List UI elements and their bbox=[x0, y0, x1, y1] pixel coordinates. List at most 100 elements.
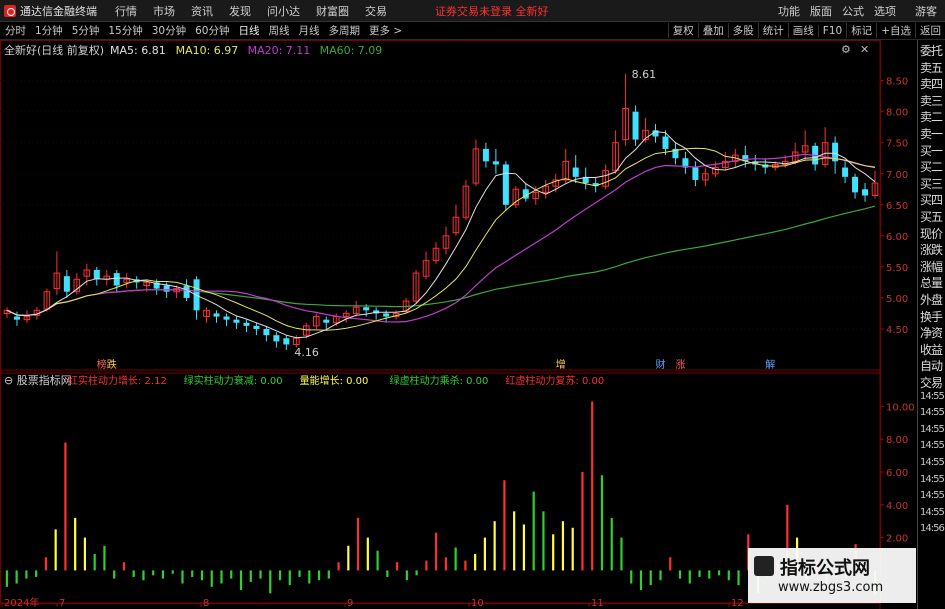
event-label: 涨 bbox=[675, 359, 685, 371]
menu-bar: 通达信金融终端 行情 市场 资讯 发现 问小达 财富圈 交易 证券交易未登录 全… bbox=[0, 0, 945, 22]
candle-body bbox=[93, 269, 100, 280]
guest-user[interactable]: 游客 bbox=[915, 3, 937, 19]
sidebar-item[interactable]: 买一 bbox=[920, 142, 945, 159]
indicator-legend-item: 量能增长: 0.00 bbox=[300, 374, 369, 387]
menu-options[interactable]: 选项 bbox=[874, 3, 896, 19]
sidebar-item[interactable]: 卖三 bbox=[920, 92, 945, 109]
y-tick-label: 5.50 bbox=[886, 263, 908, 274]
sidebar-item[interactable]: 委托 bbox=[920, 42, 945, 59]
chart-area[interactable]: 8.50 8.00 7.50 7.00 6.50 6.00 5.50 5.00 4.50 10.0… bbox=[0, 40, 917, 609]
login-warning[interactable]: 证券交易未登录 全新好 bbox=[435, 3, 549, 19]
tab-weekly[interactable]: 周线 bbox=[269, 23, 290, 38]
candle-body bbox=[263, 328, 270, 336]
tab-multi-period[interactable]: 多周期 bbox=[329, 23, 361, 38]
sidebar-item[interactable]: 换手 bbox=[920, 308, 945, 325]
sidebar-item[interactable]: 现价 bbox=[920, 225, 945, 242]
menu-trade[interactable]: 交易 bbox=[365, 3, 387, 19]
tab-intraday[interactable]: 分时 bbox=[5, 23, 26, 38]
candle-body bbox=[852, 176, 859, 193]
tab-15min[interactable]: 15分钟 bbox=[108, 23, 142, 38]
candle-body bbox=[213, 313, 220, 317]
y-tick-label: 6.50 bbox=[886, 201, 908, 212]
add-watchlist-button[interactable]: +自选 bbox=[876, 23, 915, 38]
event-label: 增 bbox=[556, 358, 566, 371]
settings-icon: ⚙ bbox=[841, 43, 851, 56]
sidebar-item[interactable]: 买四 bbox=[920, 191, 945, 208]
tab-5min[interactable]: 5分钟 bbox=[72, 23, 100, 38]
sidebar-item[interactable]: 涨跌 bbox=[920, 241, 945, 258]
y-tick-label: 4.50 bbox=[886, 325, 908, 336]
draw-line-button[interactable]: 画线 bbox=[787, 23, 818, 38]
adjust-button[interactable]: 复权 bbox=[667, 23, 698, 38]
menu-ask-xiaoda[interactable]: 问小达 bbox=[267, 3, 300, 19]
period-toolbar: 分时 1分钟 5分钟 15分钟 30分钟 60分钟 日线 周线 月线 多周期 更… bbox=[0, 22, 945, 40]
sidebar-item[interactable]: 总量 bbox=[920, 274, 945, 291]
multi-stock-button[interactable]: 多股 bbox=[727, 23, 758, 38]
sidebar-item[interactable]: 涨幅 bbox=[920, 258, 945, 275]
tab-daily[interactable]: 日线 bbox=[239, 23, 260, 38]
sidebar-item: 14:55 bbox=[920, 423, 945, 435]
x-tick-label: 12 bbox=[731, 598, 744, 609]
indicator-y-tick-label: 2.00 bbox=[886, 534, 908, 545]
mark-button[interactable]: 标记 bbox=[846, 23, 876, 38]
sidebar-item[interactable]: 买五 bbox=[920, 208, 945, 225]
y-tick-label: 6.00 bbox=[886, 232, 908, 243]
event-label: 榜 bbox=[97, 358, 107, 371]
candle-body bbox=[662, 136, 669, 149]
candle-body bbox=[183, 285, 190, 298]
candle-body bbox=[283, 338, 290, 345]
back-button[interactable]: 返回 bbox=[915, 23, 945, 38]
indicator-y-tick-label: 10.00 bbox=[886, 402, 915, 413]
high-price-label: 8.61 bbox=[632, 68, 657, 81]
y-tick-label: 5.00 bbox=[886, 294, 908, 305]
sidebar-item[interactable]: 买二 bbox=[920, 158, 945, 175]
candle-body bbox=[492, 161, 499, 165]
event-label: 财 bbox=[656, 358, 666, 371]
menu-wealth-circle[interactable]: 财富圈 bbox=[316, 3, 349, 19]
sidebar-item: 14:56 bbox=[920, 523, 945, 535]
sidebar-item[interactable]: 卖一 bbox=[920, 125, 945, 142]
sidebar-item[interactable]: 交易 bbox=[920, 374, 945, 391]
toolbar-right-buttons: 复权 叠加 多股 统计 画线 F10 标记 +自选 返回 bbox=[667, 22, 945, 39]
tab-30min[interactable]: 30分钟 bbox=[152, 23, 186, 38]
f10-button[interactable]: F10 bbox=[817, 24, 846, 37]
menu-market-quotes[interactable]: 行情 bbox=[115, 3, 137, 19]
indicator-legend-item: 绿实柱动力衰减: 0.00 bbox=[184, 374, 283, 387]
x-tick-label: 7 bbox=[59, 598, 65, 609]
close-icon: ✕ bbox=[860, 43, 869, 56]
menu-functions[interactable]: 功能 bbox=[778, 3, 800, 19]
menu-news[interactable]: 资讯 bbox=[191, 3, 213, 19]
menu-layout[interactable]: 版面 bbox=[810, 3, 832, 19]
tab-more[interactable]: 更多 > bbox=[369, 23, 402, 38]
overlay-button[interactable]: 叠加 bbox=[697, 23, 728, 38]
y-tick-label: 7.50 bbox=[886, 139, 908, 150]
app-logo-icon bbox=[4, 4, 16, 17]
indicator-legend-item: 红实柱动力增长: 2.12 bbox=[68, 374, 167, 387]
tab-monthly[interactable]: 月线 bbox=[299, 23, 320, 38]
sidebar-item[interactable]: 净资 bbox=[920, 324, 945, 341]
sidebar-item[interactable]: 外盘 bbox=[920, 291, 945, 308]
candle-body bbox=[233, 319, 240, 323]
sidebar-item[interactable]: 自动 bbox=[920, 357, 945, 374]
chart-title: 全新好(日线 前复权) bbox=[4, 43, 104, 57]
candle-body bbox=[383, 313, 390, 317]
tab-60min[interactable]: 60分钟 bbox=[195, 23, 229, 38]
menu-discover[interactable]: 发现 bbox=[229, 3, 251, 19]
sidebar-item[interactable]: 卖五 bbox=[920, 59, 945, 76]
indicator-y-tick-label: 8.00 bbox=[886, 435, 908, 446]
candle-body bbox=[323, 319, 330, 323]
sidebar-item[interactable]: 卖四 bbox=[920, 75, 945, 92]
sidebar-item[interactable]: 卖二 bbox=[920, 108, 945, 125]
menu-formula[interactable]: 公式 bbox=[842, 3, 864, 19]
watermark: 指标公式网 www.zbgs3.com bbox=[748, 548, 916, 603]
candle-body bbox=[572, 167, 579, 177]
menu-market[interactable]: 市场 bbox=[153, 3, 175, 19]
tab-1min[interactable]: 1分钟 bbox=[35, 23, 63, 38]
sidebar-item: 14:55 bbox=[920, 407, 945, 419]
sidebar-item[interactable]: 买三 bbox=[920, 175, 945, 192]
watermark-logo-icon bbox=[754, 556, 774, 576]
x-tick-label: 11 bbox=[591, 598, 604, 609]
statistics-button[interactable]: 统计 bbox=[757, 23, 788, 38]
candle-body bbox=[842, 167, 849, 177]
sidebar-item[interactable]: 收益 bbox=[920, 341, 945, 358]
